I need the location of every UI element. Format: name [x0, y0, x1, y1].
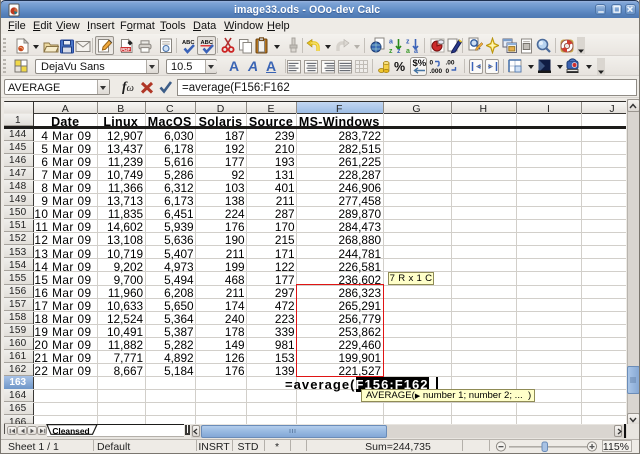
svg-text:0: 0 — [446, 68, 450, 74]
svg-text:.00: .00 — [446, 60, 455, 67]
svg-text:a: a — [406, 48, 410, 54]
svg-text:a: a — [389, 39, 393, 46]
svg-text:z: z — [389, 48, 393, 54]
svg-text:z: z — [397, 48, 401, 54]
svg-text:.000: .000 — [430, 68, 443, 74]
svg-text:z: z — [406, 39, 410, 46]
svg-text:a: a — [414, 48, 418, 54]
svg-text:PDF: PDF — [121, 47, 130, 52]
svg-text:0: 0 — [430, 60, 434, 67]
